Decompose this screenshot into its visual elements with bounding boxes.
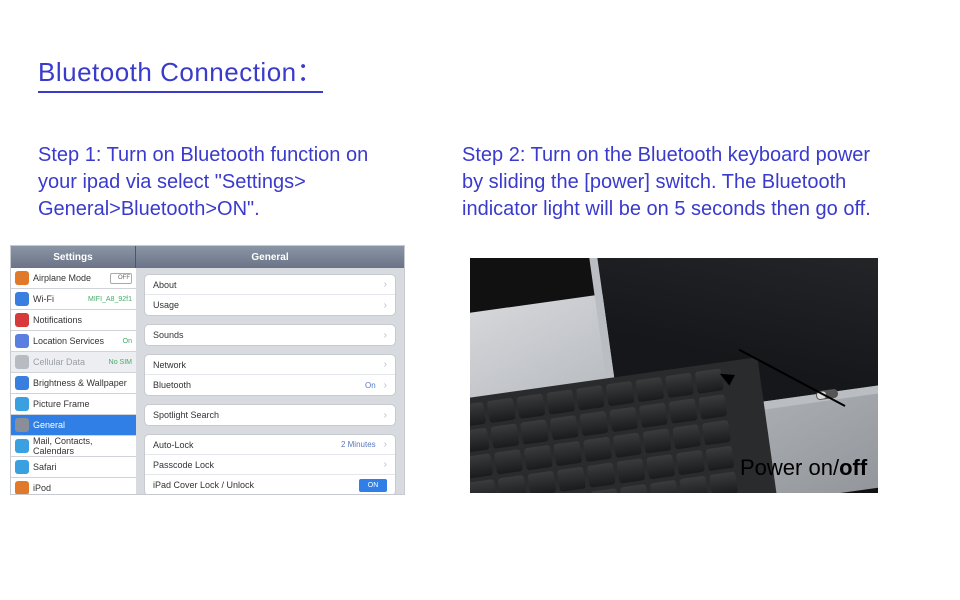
ipad-header: Settings General (11, 246, 404, 268)
settings-row: About › (145, 275, 395, 295)
row-label: iPad Cover Lock / Unlock (153, 480, 254, 490)
settings-group: Auto-Lock 2 Minutes › Passcode Lock › iPad Co… (144, 434, 396, 494)
sidebar-item: Location Services On (11, 331, 136, 352)
settings-group: Spotlight Search › (144, 404, 396, 426)
row-label: Spotlight Search (153, 410, 219, 420)
row-label: Bluetooth (153, 380, 191, 390)
sidebar-item-label: Brightness & Wallpaper (33, 378, 127, 388)
chevron-right-icon: › (384, 439, 387, 450)
settings-row: Bluetooth On › (145, 375, 395, 395)
sidebar-item-icon (15, 460, 29, 474)
ipad-header-settings: Settings (11, 246, 136, 268)
chevron-right-icon: › (384, 330, 387, 341)
power-label-part-a: Power on/ (740, 455, 839, 480)
sidebar-item-value: MIFI_A8_92f1 (88, 296, 132, 303)
settings-row: iPad Cover Lock / Unlock ON (145, 475, 395, 494)
sidebar-item: General (11, 415, 136, 436)
sidebar-item-toggle: OFF (110, 273, 132, 284)
sidebar-item-icon (15, 376, 29, 390)
chevron-right-icon: › (384, 279, 387, 290)
sidebar-item-value: On (123, 338, 132, 345)
sidebar-item-value: No SIM (109, 359, 132, 366)
sidebar-item-icon (15, 439, 29, 453)
sidebar-item: Airplane Mode OFF (11, 268, 136, 289)
power-label: Power on/off (740, 455, 867, 481)
settings-group: Sounds › (144, 324, 396, 346)
sidebar-item-label: Safari (33, 462, 57, 472)
sidebar-item-icon (15, 334, 29, 348)
sidebar-item: Wi-Fi MIFI_A8_92f1 (11, 289, 136, 310)
chevron-right-icon: › (384, 300, 387, 311)
sidebar-item-label: Picture Frame (33, 399, 90, 409)
sidebar-item: Brightness & Wallpaper (11, 373, 136, 394)
step-1-text: Step 1: Turn on Bluetooth function on yo… (38, 142, 398, 223)
sidebar-item-icon (15, 292, 29, 306)
row-value: 2 Minutes (341, 440, 376, 449)
sidebar-item-icon (15, 418, 29, 432)
sidebar-item: Mail, Contacts, Calendars (11, 436, 136, 457)
sidebar-item-icon (15, 481, 29, 494)
ipad-content: About›Usage›Sounds›Network›BluetoothOn›S… (136, 268, 404, 494)
page-heading: Bluetooth Connection： (38, 52, 323, 93)
chevron-right-icon: › (384, 410, 387, 421)
sidebar-item: Picture Frame (11, 394, 136, 415)
row-label: Usage (153, 300, 179, 310)
row-value: On (365, 381, 376, 390)
settings-row: Spotlight Search › (145, 405, 395, 425)
row-label: Network (153, 360, 186, 370)
settings-row: Sounds › (145, 325, 395, 345)
sidebar-item-label: Notifications (33, 315, 82, 325)
sidebar-item-label: Airplane Mode (33, 273, 91, 283)
settings-row: Usage › (145, 295, 395, 315)
sidebar-item-icon (15, 313, 29, 327)
sidebar-item-icon (15, 271, 29, 285)
sidebar-item-label: General (33, 420, 65, 430)
sidebar-item: Notifications (11, 310, 136, 331)
sidebar-item-label: Wi-Fi (33, 294, 54, 304)
sidebar-item-label: Cellular Data (33, 357, 85, 367)
sidebar-item-label: Location Services (33, 336, 104, 346)
row-label: Auto-Lock (153, 440, 194, 450)
row-label: About (153, 280, 177, 290)
ipad-sidebar: Airplane Mode OFF Wi-Fi MIFI_A8_92f1 Notific… (11, 268, 136, 494)
sidebar-item: Safari (11, 457, 136, 478)
row-label: Sounds (153, 330, 184, 340)
power-label-part-b: off (839, 455, 867, 480)
row-label: Passcode Lock (153, 460, 214, 470)
settings-group: Network › Bluetooth On › (144, 354, 396, 396)
chevron-right-icon: › (384, 459, 387, 470)
settings-group: About › Usage › (144, 274, 396, 316)
step-2-text: Step 2: Turn on the Bluetooth keyboard p… (462, 142, 892, 223)
settings-row: Auto-Lock 2 Minutes › (145, 435, 395, 455)
sidebar-item-label: iPod (33, 483, 51, 493)
sidebar-item-icon (15, 355, 29, 369)
sidebar-item-icon (15, 397, 29, 411)
ipad-settings-illustration: Settings General Airplane Mode OFF Wi-Fi MI… (10, 245, 405, 495)
sidebar-item-label: Mail, Contacts, Calendars (33, 436, 132, 456)
sidebar-item: Cellular Data No SIM (11, 352, 136, 373)
ipad-header-general: General (136, 246, 404, 268)
row-toggle: ON (359, 479, 387, 492)
sidebar-item: iPod (11, 478, 136, 494)
settings-row: Passcode Lock › (145, 455, 395, 475)
chevron-right-icon: › (384, 359, 387, 370)
chevron-right-icon: › (384, 380, 387, 391)
settings-row: Network › (145, 355, 395, 375)
